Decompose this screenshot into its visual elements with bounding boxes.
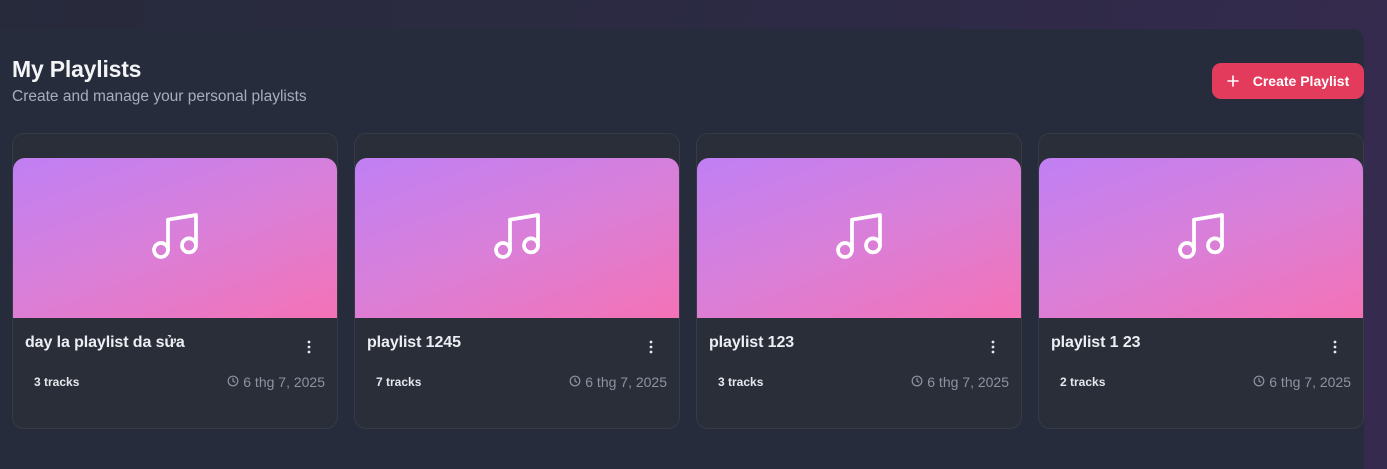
music-note-icon [1173,208,1229,269]
playlist-date: 6 thg 7, 2025 [911,374,1009,390]
date-text: 6 thg 7, 2025 [585,374,667,390]
playlist-card[interactable]: day la playlist da sửa 3 tracks 6 thg 7,… [12,133,338,429]
playlist-cover [13,158,337,318]
playlist-card[interactable]: playlist 1 23 2 tracks 6 thg 7, 2025 [1038,133,1364,429]
playlist-cover [355,158,679,318]
music-note-icon [489,208,545,269]
playlist-name: day la playlist da sửa [25,334,185,351]
playlist-card[interactable]: playlist 1245 7 tracks 6 thg 7, 2025 [354,133,680,429]
clock-icon [911,374,923,390]
create-playlist-label: Create Playlist [1252,73,1350,89]
playlist-date: 6 thg 7, 2025 [569,374,667,390]
playlists-panel: My Playlists Create and manage your pers… [0,29,1364,469]
date-text: 6 thg 7, 2025 [1269,374,1351,390]
playlist-cover [1039,158,1363,318]
playlist-card[interactable]: playlist 123 3 tracks 6 thg 7, 2025 [696,133,1022,429]
playlist-name: playlist 1 23 [1051,334,1141,351]
clock-icon [1253,374,1265,390]
more-options-icon[interactable] [299,337,319,357]
plus-icon [1226,75,1239,87]
playlist-name: playlist 123 [709,334,795,351]
page-header: My Playlists Create and manage your pers… [12,55,307,107]
playlist-name: playlist 1245 [367,334,461,351]
clock-icon [227,374,239,390]
more-options-icon[interactable] [641,337,661,357]
track-count: 2 tracks [1060,375,1106,389]
create-playlist-button[interactable]: Create Playlist [1212,63,1364,99]
music-note-icon [147,208,203,269]
track-count: 7 tracks [376,375,422,389]
date-text: 6 thg 7, 2025 [243,374,325,390]
track-count: 3 tracks [34,375,80,389]
music-note-icon [831,208,887,269]
playlist-date: 6 thg 7, 2025 [227,374,325,390]
clock-icon [569,374,581,390]
date-text: 6 thg 7, 2025 [927,374,1009,390]
more-options-icon[interactable] [983,337,1003,357]
more-options-icon[interactable] [1325,337,1345,357]
page-subtitle: Create and manage your personal playlist… [12,88,307,105]
page-title: My Playlists [12,56,142,82]
playlist-cover [697,158,1021,318]
playlist-date: 6 thg 7, 2025 [1253,374,1351,390]
track-count: 3 tracks [718,375,764,389]
